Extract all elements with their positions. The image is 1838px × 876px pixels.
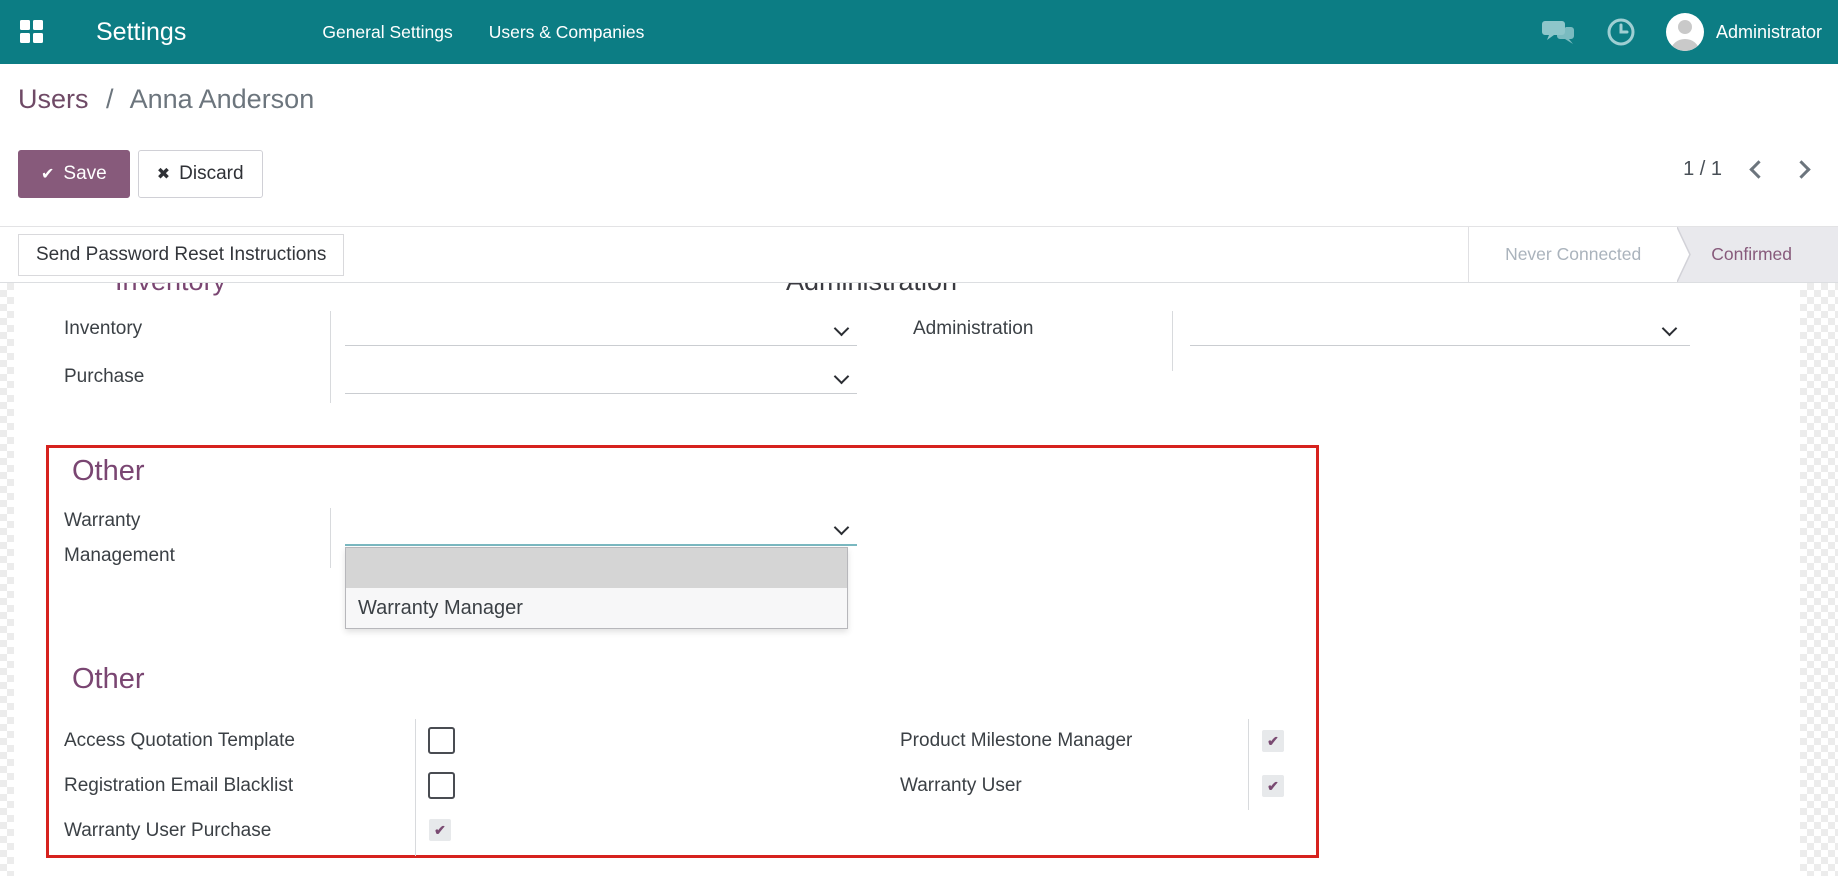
discard-button-label: Discard (179, 163, 243, 185)
next-record-button[interactable] (1792, 160, 1810, 178)
other-section-heading-1: Other (72, 455, 145, 488)
check-icon: ✔ (41, 164, 54, 184)
status-arrow-divider (1677, 227, 1701, 282)
activity-clock-icon[interactable] (1604, 17, 1638, 47)
label-separator (330, 311, 331, 403)
chat-icon[interactable] (1542, 17, 1576, 47)
record-actions: ✔ Save ✖ Discard (18, 150, 263, 198)
checkmark-icon: ✔ (1267, 778, 1279, 795)
administration-section-heading: Administration (786, 283, 957, 296)
product-milestone-manager-checkbox[interactable]: ✔ (1262, 730, 1284, 752)
purchase-field-label: Purchase (64, 366, 144, 388)
status-never-connected[interactable]: Never Connected (1468, 227, 1677, 282)
avatar-silhouette (1666, 13, 1704, 51)
save-button[interactable]: ✔ Save (18, 150, 130, 198)
statusbar: Never Connected Confirmed (1468, 227, 1838, 282)
breadcrumb-users-link[interactable]: Users (18, 84, 89, 114)
label-separator (330, 508, 331, 568)
form-sheet: Inventory Administration Inventory Purch… (0, 283, 1838, 876)
checkmark-icon: ✔ (1267, 733, 1279, 750)
avatar[interactable] (1666, 13, 1704, 51)
pager: 1 / 1 (1683, 158, 1808, 181)
apps-grid-square (20, 20, 30, 30)
inventory-heading-text: Inventory (115, 283, 226, 296)
checkmark-icon: ✔ (434, 822, 446, 839)
dropdown-option-warranty-manager[interactable]: Warranty Manager (346, 588, 847, 628)
warranty-user-label: Warranty User (900, 775, 1022, 797)
close-icon: ✖ (157, 164, 170, 184)
navbar-menu: General Settings Users & Companies (322, 22, 644, 43)
apps-grid-square (33, 33, 43, 43)
administration-field-label: Administration (913, 318, 1033, 340)
warranty-management-field-label: Warranty Management (64, 503, 214, 573)
sheet-right-margin (1800, 283, 1838, 876)
apps-grid-square (33, 20, 43, 30)
breadcrumb-separator: / (106, 84, 114, 114)
pager-count: 1 / 1 (1683, 158, 1722, 181)
registration-email-blacklist-label: Registration Email Blacklist (64, 775, 293, 797)
access-quotation-template-label: Access Quotation Template (64, 730, 295, 752)
menu-general-settings[interactable]: General Settings (322, 22, 452, 43)
access-quotation-template-checkbox[interactable] (428, 727, 455, 754)
apps-grid-square (20, 33, 30, 43)
product-milestone-manager-label: Product Milestone Manager (900, 730, 1132, 752)
label-separator (415, 719, 416, 856)
inventory-field-label: Inventory (64, 318, 142, 340)
menu-users-companies[interactable]: Users & Companies (489, 22, 645, 43)
discard-button[interactable]: ✖ Discard (138, 150, 263, 198)
user-menu[interactable]: Administrator (1716, 22, 1822, 43)
warranty-field-focus-underline (345, 544, 857, 546)
inventory-field-underline (345, 345, 857, 346)
inventory-section-heading: Inventory (115, 283, 226, 296)
purchase-field-underline (345, 393, 857, 394)
status-confirmed[interactable]: Confirmed (1701, 227, 1838, 282)
apps-grid-icon[interactable] (20, 20, 44, 44)
breadcrumb: Users / Anna Anderson (18, 84, 314, 115)
label-separator (1172, 311, 1173, 371)
sheet-left-margin (0, 283, 14, 876)
other-section-heading-2: Other (72, 663, 145, 696)
previous-record-button[interactable] (1749, 160, 1767, 178)
top-navbar: Settings General Settings Users & Compan… (0, 0, 1838, 64)
form-button-bar: Send Password Reset Instructions Never C… (0, 226, 1838, 283)
app-window: Settings General Settings Users & Compan… (0, 0, 1838, 876)
administration-field-underline (1190, 345, 1690, 346)
registration-email-blacklist-checkbox[interactable] (428, 772, 455, 799)
administration-heading-text: Administration (786, 283, 957, 296)
send-password-reset-button[interactable]: Send Password Reset Instructions (18, 234, 344, 276)
warranty-management-dropdown-list: Warranty Manager (345, 547, 848, 629)
warranty-user-purchase-label: Warranty User Purchase (64, 820, 271, 842)
warranty-user-purchase-checkbox[interactable]: ✔ (429, 819, 451, 841)
app-name[interactable]: Settings (96, 18, 186, 47)
breadcrumb-current: Anna Anderson (130, 84, 315, 114)
dropdown-option-empty[interactable] (346, 548, 847, 588)
navbar-right: Administrator (1514, 13, 1822, 51)
save-button-label: Save (63, 163, 106, 185)
warranty-user-checkbox[interactable]: ✔ (1262, 775, 1284, 797)
label-separator (1248, 719, 1249, 810)
